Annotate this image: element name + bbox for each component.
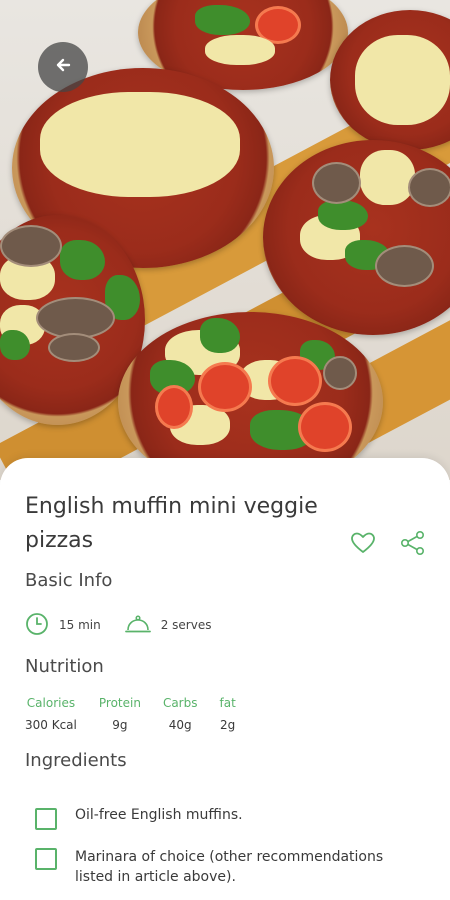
nutrition-carbs: Carbs 40g [163, 696, 198, 732]
recipe-details-sheet: English muffin mini veggie pizzas Basic … [0, 458, 450, 900]
nutrition-heading: Nutrition [25, 656, 104, 677]
nutrition-calories: Calories 300 Kcal [25, 696, 77, 732]
share-icon [400, 530, 426, 560]
heart-icon [350, 531, 376, 559]
back-arrow-icon [53, 55, 73, 79]
share-button[interactable] [398, 530, 428, 560]
ingredient-text: Marinara of choice (other recommendation… [75, 849, 384, 885]
nutrition-label: fat [219, 696, 236, 710]
nutrition-label: Protein [98, 696, 141, 710]
time-info: 15 min [25, 612, 101, 639]
favorite-button[interactable] [348, 530, 378, 560]
nutrition-label: Calories [26, 696, 76, 710]
time-value: 15 min [59, 618, 101, 632]
ingredient-checkbox[interactable] [35, 848, 57, 870]
nutrition-protein: Protein 9g [99, 696, 141, 732]
nutrition-label: Carbs [162, 696, 198, 710]
nutrition-value: 9g [112, 718, 128, 732]
cloche-icon [124, 613, 151, 638]
ingredient-text: Oil-free English muffins. [75, 807, 243, 823]
ingredient-item: Marinara of choice (other recommendation… [35, 847, 425, 887]
serves-value: 2 serves [160, 618, 212, 632]
nutrition-table: Calories 300 Kcal Protein 9g Carbs 40g f… [25, 696, 258, 732]
back-button[interactable] [38, 42, 88, 92]
nutrition-value: 2g [220, 718, 236, 732]
ingredient-checkbox[interactable] [35, 808, 57, 830]
ingredient-item: Oil-free English muffins. [35, 807, 243, 830]
clock-icon [25, 612, 49, 639]
nutrition-value: 40g [168, 718, 192, 732]
ingredients-heading: Ingredients [25, 750, 127, 771]
recipe-title: English muffin mini veggie pizzas [25, 494, 318, 553]
nutrition-fat: fat 2g [220, 696, 236, 732]
basic-info-row: 15 min 2 serves [25, 610, 235, 640]
basic-info-heading: Basic Info [25, 570, 113, 591]
serves-info: 2 serves [124, 613, 212, 638]
nutrition-value: 300 Kcal [25, 718, 77, 732]
